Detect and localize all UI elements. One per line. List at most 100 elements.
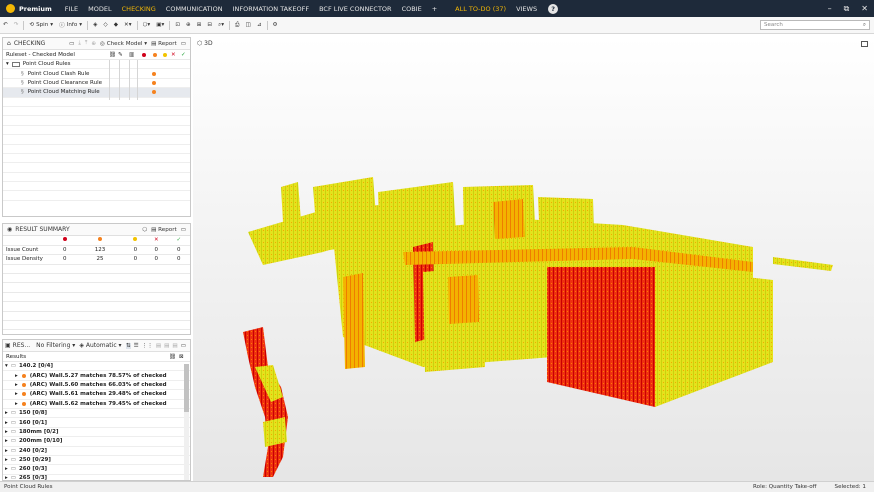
result-group-row[interactable]: ▸ ▭ 200mm [0/10] — [3, 437, 190, 447]
report-button[interactable]: ▤ Report — [151, 227, 177, 233]
zoom-in-icon[interactable]: ⊞ — [194, 22, 205, 28]
help-icon[interactable]: ? — [548, 3, 559, 14]
expand-icon[interactable]: ▸ — [15, 373, 18, 379]
result-item-row[interactable]: ▸ (ARC) Wall.5.60 matches 66.03% of chec… — [3, 381, 190, 391]
search-input[interactable]: Search ⌕ — [760, 20, 870, 30]
result-group-row[interactable]: ▸ ▭ 250 [0/29] — [3, 456, 190, 466]
restore-button[interactable]: ⧉ — [844, 4, 850, 14]
settings-icon[interactable]: ⚙ — [270, 22, 281, 28]
screenshot-icon[interactable]: ◫ — [243, 22, 254, 28]
isolate-icon[interactable]: ◇ — [100, 22, 110, 28]
expand-icon[interactable]: ▸ — [15, 401, 18, 407]
menu-model[interactable]: MODEL — [83, 5, 116, 13]
export-icon[interactable]: ⤓ — [78, 40, 80, 47]
options-icon[interactable]: ⋮⋮ — [142, 343, 153, 349]
cube-icon[interactable]: ⬡▾ — [140, 22, 154, 28]
doc-icon[interactable]: ▤ — [164, 343, 169, 349]
results-title: RES... — [12, 342, 31, 349]
search-tool-icon[interactable]: ⌕▾ — [215, 22, 227, 29]
scrollbar-thumb[interactable] — [184, 364, 189, 412]
window-controls: – ⧉ ✕ — [828, 0, 868, 17]
spin-button[interactable]: ⟲ Spin ▾ — [26, 22, 56, 28]
expand-icon[interactable]: ▸ — [5, 448, 8, 454]
link-icon[interactable]: ⛓ — [169, 354, 176, 360]
collapse-icon[interactable]: ▾ — [5, 363, 8, 369]
menu-all-todo[interactable]: ALL TO-DO (37) — [450, 5, 511, 13]
result-item-row[interactable]: ▸ (ARC) Wall.5.62 matches 79.45% of chec… — [3, 400, 190, 409]
mode-dropdown[interactable]: ◈ Automatic ▾ — [79, 342, 121, 349]
result-group-row[interactable]: ▸ ▭ 160 [0/1] — [3, 418, 190, 428]
import-icon[interactable]: ⤒ — [85, 40, 87, 47]
copy-icon[interactable]: ▤ — [172, 343, 177, 349]
result-item-row[interactable]: ▸ (ARC) Wall.5.61 matches 29.48% of chec… — [3, 390, 190, 400]
menu-bcf-live-connector[interactable]: BCF LIVE CONNECTOR — [314, 5, 396, 13]
menu-checking[interactable]: CHECKING — [117, 5, 161, 13]
transparent-icon[interactable]: ◆ — [111, 22, 121, 28]
link-icon[interactable]: ⛓ — [109, 52, 116, 58]
sort-icon[interactable]: ☰ — [134, 343, 139, 349]
result-item-row[interactable]: ▸ (ARC) Wall.5.27 matches 78.57% of chec… — [3, 371, 190, 381]
flag-icon[interactable]: ▤ — [156, 343, 161, 349]
undo-icon[interactable]: ↶ — [0, 22, 11, 28]
result-group-row[interactable]: ▾ ▭ 140.2 [0/4] — [3, 362, 190, 372]
rule-row-selected[interactable]: § Point Cloud Matching Rule — [3, 88, 190, 98]
checking-header: ⌂ CHECKING ▭ ⤓ ⤒ ⊕ ◎ Check Model ▾ ▤ Rep… — [3, 38, 190, 50]
folder-icon[interactable]: ▭ — [69, 41, 74, 47]
rule-group-row[interactable]: ▾ Point Cloud Rules — [3, 60, 190, 70]
zoom-extents-icon[interactable]: ⊡ — [172, 22, 183, 28]
expand-icon[interactable]: ▸ — [5, 457, 8, 463]
add-icon[interactable]: ⊕ — [91, 41, 96, 47]
menu-file[interactable]: FILE — [60, 5, 83, 13]
menu-information-takeoff[interactable]: INFORMATION TAKEOFF — [228, 5, 315, 13]
hide-icon[interactable]: ◈ — [90, 22, 100, 28]
expand-icon[interactable]: ▾ — [6, 61, 9, 67]
close-icon[interactable]: ⊠ — [179, 354, 184, 360]
panel-options-icon[interactable]: ▭ — [181, 41, 186, 47]
group-icon[interactable]: ⇅ — [125, 342, 131, 349]
minimize-button[interactable]: – — [828, 4, 832, 13]
cube-icon[interactable]: ⬡ — [142, 227, 147, 233]
print-icon[interactable]: ⎙ — [232, 22, 242, 29]
folder-icon: ▭ — [10, 438, 16, 445]
rule-row[interactable]: § Point Cloud Clash Rule — [3, 69, 190, 79]
viewport-3d[interactable]: ⬡ 3D — [193, 37, 874, 481]
menu-add-tab[interactable]: + — [427, 5, 442, 13]
panel-options-icon[interactable]: ▭ — [181, 343, 186, 349]
redo-icon[interactable]: ↷ — [11, 22, 22, 28]
zoom-selection-icon[interactable]: ⊕ — [183, 22, 194, 28]
menu-views[interactable]: VIEWS — [511, 5, 542, 13]
result-group-row[interactable]: ▸ ▭ 240 [0/2] — [3, 447, 190, 456]
result-item-name: (ARC) Wall.5.27 matches 78.57% of checke… — [29, 372, 167, 379]
rule-row[interactable]: § Point Cloud Clearance Rule — [3, 79, 190, 89]
expand-icon[interactable]: ▸ — [5, 410, 8, 416]
xray-icon[interactable]: ✕▾ — [121, 22, 135, 28]
wrench-icon[interactable]: ✎ — [118, 52, 123, 58]
expand-icon[interactable]: ▸ — [5, 466, 8, 472]
check-model-button[interactable]: ◎ Check Model ▾ — [100, 41, 147, 47]
expand-icon[interactable]: ▸ — [5, 475, 8, 481]
panel-options-icon[interactable]: ▭ — [181, 227, 186, 233]
measure-icon[interactable]: ⊿ — [254, 22, 265, 28]
report-button[interactable]: ▤ Report — [151, 41, 177, 47]
rule-icon: § — [21, 70, 24, 77]
expand-icon[interactable]: ▸ — [5, 438, 8, 444]
filter-dropdown[interactable]: No Filtering ▾ — [36, 342, 75, 349]
result-group-row[interactable]: ▸ ▭ 260 [0/3] — [3, 465, 190, 475]
results-scrollbar[interactable] — [184, 364, 189, 480]
expand-icon[interactable]: ▸ — [5, 429, 8, 435]
expand-icon[interactable]: ▸ — [15, 391, 18, 397]
menu-communication[interactable]: COMMUNICATION — [161, 5, 228, 13]
expand-icon[interactable]: ▸ — [5, 420, 8, 426]
menu-cobie[interactable]: COBIE — [397, 5, 427, 13]
columns-icon[interactable]: ▥ — [129, 52, 134, 58]
section-icon[interactable]: ▣▾ — [153, 22, 167, 28]
expand-icon[interactable]: ▸ — [15, 382, 18, 388]
summary-title: RESULT SUMMARY — [15, 226, 70, 233]
close-button[interactable]: ✕ — [861, 4, 868, 13]
info-button[interactable]: ⓘ Info ▾ — [56, 21, 85, 29]
folder-icon: ▭ — [10, 474, 16, 481]
empty-row — [3, 320, 190, 331]
result-group-row[interactable]: ▸ ▭ 150 [0/8] — [3, 409, 190, 419]
result-group-row[interactable]: ▸ ▭ 180mm [0/2] — [3, 428, 190, 438]
zoom-window-icon[interactable]: ⊟ — [204, 22, 215, 28]
